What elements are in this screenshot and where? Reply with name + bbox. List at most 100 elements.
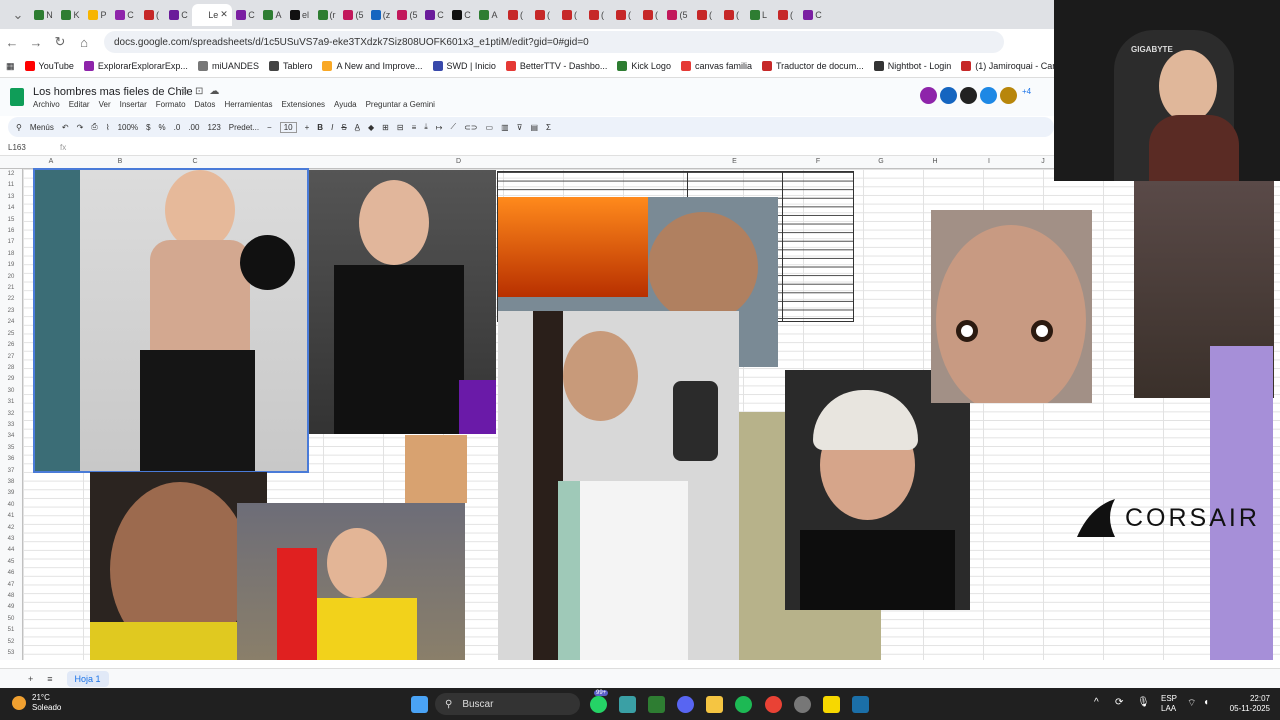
row-header[interactable]: 17 <box>0 237 22 248</box>
row-header[interactable]: 47 <box>0 580 22 591</box>
browser-tab[interactable]: ( <box>529 4 556 26</box>
image-selected-woman-mug[interactable] <box>33 168 309 473</box>
browser-tab[interactable]: N <box>30 4 57 26</box>
row-header[interactable]: 50 <box>0 614 22 625</box>
taskbar-search[interactable]: ⚲ Buscar <box>435 693 580 715</box>
row-header[interactable]: 14 <box>0 203 22 214</box>
browser-tab[interactable]: ( <box>691 4 718 26</box>
add-sheet-icon[interactable]: + <box>28 674 33 684</box>
row-header[interactable]: 38 <box>0 477 22 488</box>
forward-arrow-icon[interactable]: → <box>24 35 48 50</box>
menu-item[interactable]: Herramientas <box>224 100 272 109</box>
filter-views-icon[interactable]: ▤ <box>530 123 538 132</box>
browser-tab[interactable]: C <box>232 4 259 26</box>
row-header[interactable]: 46 <box>0 568 22 579</box>
row-header[interactable]: 28 <box>0 363 22 374</box>
row-header[interactable]: 37 <box>0 466 22 477</box>
bookmark-item[interactable]: ExplorarExplorarExp... <box>83 61 188 71</box>
avatar[interactable] <box>960 87 977 104</box>
align-icon[interactable]: ≡ <box>412 123 417 132</box>
sync-icon[interactable]: ⟳ <box>1115 697 1123 708</box>
column-header[interactable]: B <box>80 158 160 165</box>
row-header[interactable]: 52 <box>0 637 22 648</box>
chart-icon[interactable]: ▥ <box>501 123 509 132</box>
row-header[interactable]: 41 <box>0 511 22 522</box>
wifi-icon[interactable]: ⌔ <box>1187 697 1196 710</box>
row-header[interactable]: 25 <box>0 329 22 340</box>
row-header[interactable]: 40 <box>0 500 22 511</box>
browser-tab[interactable]: L <box>745 4 772 26</box>
cloud-status-icon[interactable]: ☁ <box>209 86 225 97</box>
menu-item[interactable]: Ayuda <box>334 100 357 109</box>
doc-title[interactable]: Los hombres mas fieles de Chile <box>33 86 193 98</box>
avatar[interactable] <box>920 87 937 104</box>
home-icon[interactable]: ⌂ <box>72 35 96 50</box>
column-header[interactable]: H <box>908 158 962 165</box>
valign-icon[interactable]: ⤓ <box>424 122 428 132</box>
browser-tab[interactable]: ( <box>637 4 664 26</box>
row-header[interactable]: 20 <box>0 272 22 283</box>
paint-format-icon[interactable]: ⌇ <box>106 123 110 132</box>
browser-tab[interactable]: ( <box>583 4 610 26</box>
zoom-select[interactable]: 100% <box>118 123 138 132</box>
menu-item[interactable]: Formato <box>156 100 186 109</box>
link-icon[interactable]: ⊂⊃ <box>464 123 477 132</box>
column-header[interactable]: A <box>36 158 66 165</box>
print-icon[interactable]: ⎙ <box>91 122 97 132</box>
bookmark-item[interactable]: YouTube <box>24 61 74 71</box>
browser-tab[interactable]: ( <box>556 4 583 26</box>
row-header[interactable]: 27 <box>0 352 22 363</box>
bookmark-item[interactable]: BetterTTV - Dashbo... <box>505 61 607 71</box>
column-header[interactable]: F <box>782 158 854 165</box>
row-header[interactable]: 26 <box>0 340 22 351</box>
browser-tab[interactable]: (z <box>367 4 394 26</box>
row-header[interactable]: 18 <box>0 249 22 260</box>
all-sheets-icon[interactable]: ≡ <box>47 674 52 684</box>
percent-button[interactable]: % <box>159 123 166 132</box>
browser-tab[interactable]: ( <box>718 4 745 26</box>
menu-item[interactable]: Insertar <box>120 100 147 109</box>
row-header[interactable]: 12 <box>0 169 22 180</box>
font-size-increase[interactable]: + <box>305 123 310 132</box>
row-header[interactable]: 24 <box>0 317 22 328</box>
row-header[interactable]: 29 <box>0 374 22 385</box>
url-field[interactable]: docs.google.com/spreadsheets/d/1c5USuVS7… <box>104 31 1004 53</box>
column-header[interactable]: I <box>962 158 1016 165</box>
image-woman-phone-selfie[interactable] <box>498 311 739 660</box>
row-header[interactable]: 53 <box>0 648 22 659</box>
browser-tab[interactable]: Le ✕ <box>192 3 232 26</box>
merge-icon[interactable]: ⊟ <box>397 123 404 132</box>
clock[interactable]: 22:07 05-11-2025 <box>1230 694 1270 714</box>
row-header[interactable]: 21 <box>0 283 22 294</box>
image-woman-surprised[interactable] <box>931 210 1092 403</box>
browser-tab[interactable]: C <box>799 4 826 26</box>
font-select[interactable]: Predet... <box>229 123 259 132</box>
menu-item[interactable]: Extensiones <box>281 100 325 109</box>
font-size-decrease[interactable]: − <box>267 123 272 132</box>
bookmark-item[interactable]: (1) Jamiroquai - Can... <box>961 61 1054 71</box>
row-header[interactable]: 32 <box>0 409 22 420</box>
row-header[interactable]: 31 <box>0 397 22 408</box>
row-header[interactable]: 44 <box>0 545 22 556</box>
discord-icon[interactable] <box>677 696 694 713</box>
mic-icon[interactable]: 🎙 <box>1137 697 1150 708</box>
windows-start-icon[interactable] <box>411 696 428 713</box>
comment-icon[interactable]: ▭ <box>486 123 494 132</box>
browser-tab[interactable]: (5 <box>340 4 367 26</box>
whatsapp-icon[interactable] <box>590 696 607 713</box>
tab-search-chevron-icon[interactable]: ⌄ <box>6 7 30 23</box>
row-header[interactable]: 48 <box>0 591 22 602</box>
row-header[interactable]: 19 <box>0 260 22 271</box>
bookmark-item[interactable]: canvas familia <box>680 61 752 71</box>
notepad-icon[interactable] <box>619 696 636 713</box>
column-header[interactable]: C <box>160 158 230 165</box>
bookmark-item[interactable]: SWD | Inicio <box>432 61 496 71</box>
weather-widget[interactable]: 21°C Soleado <box>12 693 61 713</box>
move-icon[interactable]: ⊡ <box>195 86 209 97</box>
strikethrough-button[interactable]: S <box>341 123 346 132</box>
row-header[interactable]: 16 <box>0 226 22 237</box>
column-header[interactable]: D <box>230 158 687 165</box>
star-icon[interactable]: ☆ <box>180 86 195 97</box>
browser-tab[interactable]: el <box>286 4 313 26</box>
steam-icon[interactable] <box>852 696 869 713</box>
